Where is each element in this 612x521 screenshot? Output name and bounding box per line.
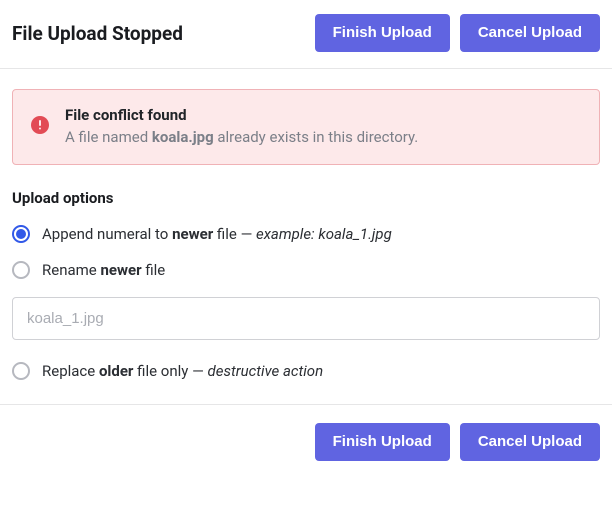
radio-replace-older[interactable]	[12, 362, 30, 380]
option-text-italic: example: koala_1.jpg	[256, 225, 392, 243]
rename-input-wrap	[12, 297, 600, 340]
finish-upload-button-footer[interactable]: Finish Upload	[315, 423, 450, 461]
option-append-numeral[interactable]: Append numeral to newer file — example: …	[12, 225, 600, 243]
conflict-alert: File conflict found A file named koala.j…	[12, 89, 600, 165]
dialog-title: File Upload Stopped	[12, 22, 183, 45]
option-text: Append numeral to	[42, 225, 172, 243]
option-text-dash: —	[192, 362, 207, 380]
option-text-bold: newer	[172, 225, 213, 243]
rename-input[interactable]	[12, 297, 600, 340]
option-replace-older[interactable]: Replace older file only — destructive ac…	[12, 362, 600, 380]
option-rename-newer[interactable]: Rename newer file	[12, 261, 600, 279]
finish-upload-button[interactable]: Finish Upload	[315, 14, 450, 52]
upload-options-label: Upload options	[12, 189, 600, 207]
warning-icon	[31, 116, 49, 134]
option-text: file only	[133, 362, 192, 380]
option-rename-newer-label: Rename newer file	[42, 261, 165, 279]
header-button-row: Finish Upload Cancel Upload	[315, 14, 600, 52]
option-text: Rename	[42, 261, 100, 279]
option-text-bold: newer	[100, 261, 141, 279]
radio-append-numeral[interactable]	[12, 225, 30, 243]
dialog-body: File conflict found A file named koala.j…	[0, 69, 612, 404]
alert-desc-prefix: A file named	[65, 128, 152, 146]
option-replace-older-label: Replace older file only — destructive ac…	[42, 362, 323, 380]
cancel-upload-button[interactable]: Cancel Upload	[460, 14, 600, 52]
option-text-italic: destructive action	[208, 362, 324, 380]
radio-rename-newer[interactable]	[12, 261, 30, 279]
alert-text: File conflict found A file named koala.j…	[65, 106, 581, 146]
option-text-dash: —	[241, 225, 256, 243]
dialog-footer: Finish Upload Cancel Upload	[0, 405, 612, 481]
alert-description: A file named koala.jpg already exists in…	[65, 128, 581, 146]
option-append-numeral-label: Append numeral to newer file — example: …	[42, 225, 392, 243]
file-upload-dialog: File Upload Stopped Finish Upload Cancel…	[0, 0, 612, 481]
alert-title: File conflict found	[65, 106, 581, 124]
option-text: file	[213, 225, 240, 243]
option-text: file	[142, 261, 166, 279]
alert-desc-suffix: already exists in this directory.	[214, 128, 419, 146]
option-text: Replace	[42, 362, 99, 380]
option-text-bold: older	[99, 362, 133, 380]
cancel-upload-button-footer[interactable]: Cancel Upload	[460, 423, 600, 461]
alert-desc-filename: koala.jpg	[152, 128, 214, 146]
dialog-header: File Upload Stopped Finish Upload Cancel…	[0, 0, 612, 68]
